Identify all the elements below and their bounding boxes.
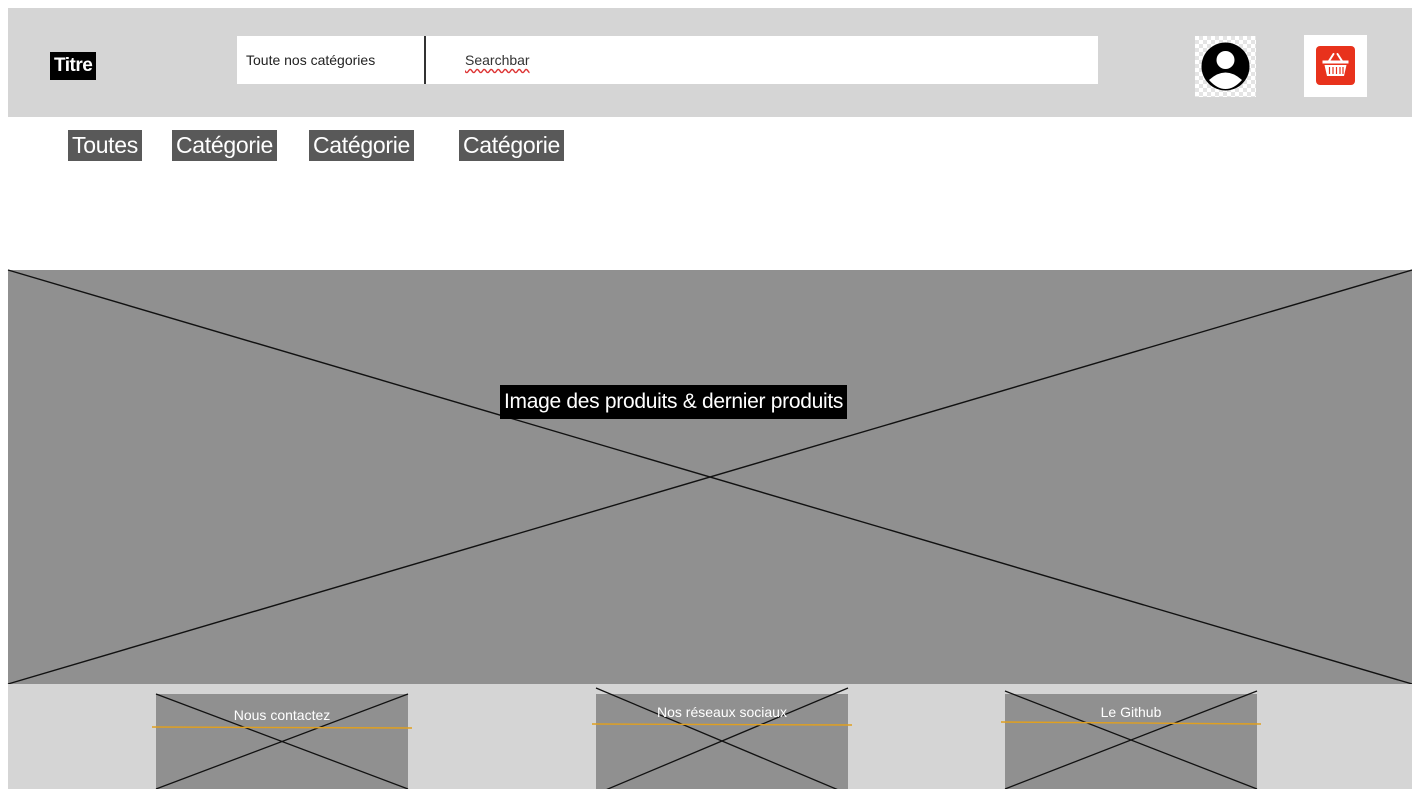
shopping-basket-icon: [1316, 46, 1355, 85]
hero-caption: Image des produits & dernier produits: [500, 385, 848, 419]
footer-link-contact[interactable]: Nous contactez: [151, 693, 413, 789]
top-margin: [0, 0, 1412, 8]
cart-button[interactable]: [1304, 35, 1367, 97]
nav-item-categorie-1[interactable]: Catégorie: [172, 130, 278, 161]
site-footer: Nous contactez Nos réseaux sociaux Le Gi…: [8, 684, 1412, 789]
placeholder-cross: [7, 269, 1412, 685]
nav-item-toutes[interactable]: Toutes: [68, 130, 142, 161]
footer-link-label: Nous contactez: [233, 707, 331, 723]
category-select[interactable]: Toute nos catégories: [237, 36, 425, 84]
search-divider: [424, 36, 426, 84]
footer-link-label: Le Github: [1100, 704, 1162, 720]
footer-link-github[interactable]: Le Github: [1000, 690, 1262, 789]
site-title[interactable]: Titre: [50, 52, 97, 80]
nav-item-categorie-3[interactable]: Catégorie: [459, 130, 565, 161]
account-button[interactable]: [1195, 36, 1256, 97]
search-bar: Toute nos catégories Searchbar: [237, 36, 1098, 84]
category-nav: Toutes Catégorie Catégorie Catégorie: [0, 117, 1412, 270]
footer-link-label: Nos réseaux sociaux: [657, 704, 787, 720]
nav-item-categorie-2[interactable]: Catégorie: [309, 130, 415, 161]
site-header: Titre Toute nos catégories Searchbar: [8, 8, 1412, 117]
hero-image-placeholder: Image des produits & dernier produits: [7, 269, 1412, 685]
footer-link-social[interactable]: Nos réseaux sociaux: [591, 687, 853, 789]
search-input[interactable]: [431, 36, 1091, 84]
user-account-icon: [1201, 42, 1250, 91]
